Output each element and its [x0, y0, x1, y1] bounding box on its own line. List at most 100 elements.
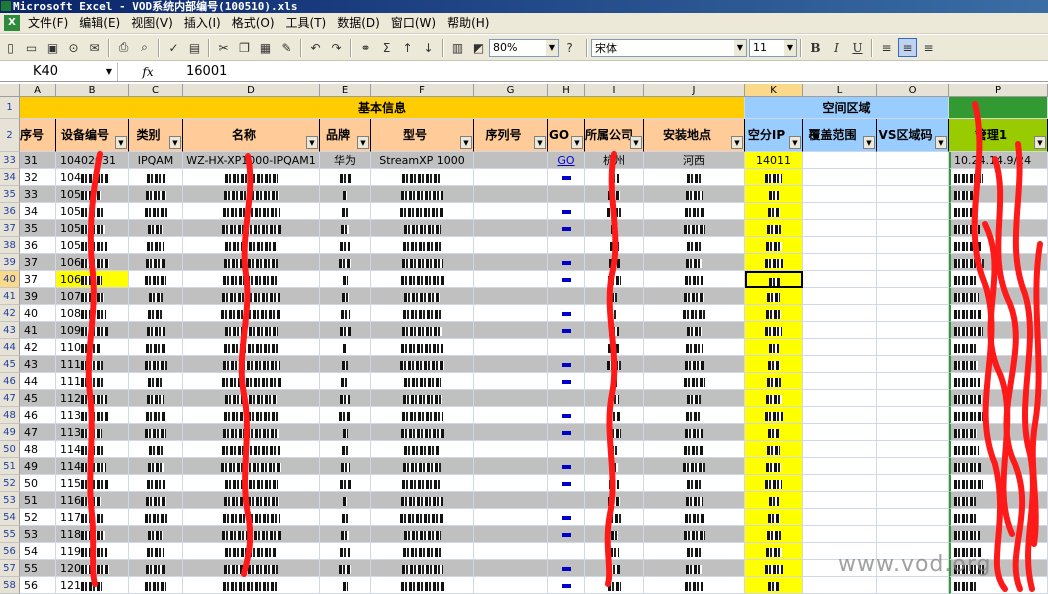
- cell[interactable]: [320, 305, 371, 322]
- cell[interactable]: 53: [20, 526, 56, 543]
- cell[interactable]: [745, 220, 803, 237]
- cell[interactable]: [129, 492, 183, 509]
- help-icon[interactable]: ?: [560, 38, 579, 57]
- print-icon[interactable]: ⎙: [114, 38, 133, 57]
- filter-dropdown-button[interactable]: ▼: [306, 136, 318, 149]
- row-header[interactable]: 51: [0, 458, 20, 475]
- cell[interactable]: 55: [20, 560, 56, 577]
- redacted-go-link[interactable]: [561, 465, 571, 469]
- cell[interactable]: [745, 356, 803, 373]
- cell[interactable]: [803, 152, 877, 169]
- cell[interactable]: [129, 271, 183, 288]
- cell[interactable]: [474, 458, 548, 475]
- cell[interactable]: [320, 254, 371, 271]
- redacted-go-link[interactable]: [561, 431, 571, 435]
- cell[interactable]: [548, 220, 585, 237]
- row-header[interactable]: 54: [0, 509, 20, 526]
- cell[interactable]: [803, 186, 877, 203]
- cell[interactable]: [949, 475, 1048, 492]
- cell[interactable]: [183, 339, 320, 356]
- cell[interactable]: [585, 373, 644, 390]
- cell[interactable]: [877, 169, 949, 186]
- redacted-go-link[interactable]: [561, 329, 571, 333]
- cell[interactable]: [371, 288, 474, 305]
- cell[interactable]: [745, 577, 803, 594]
- cell[interactable]: 105: [56, 203, 129, 220]
- cell[interactable]: 43: [20, 356, 56, 373]
- row-header[interactable]: 45: [0, 356, 20, 373]
- cell[interactable]: [877, 152, 949, 169]
- cell[interactable]: [644, 526, 745, 543]
- cell[interactable]: [320, 356, 371, 373]
- save-icon[interactable]: ▣: [43, 38, 62, 57]
- cell[interactable]: [949, 271, 1048, 288]
- cell[interactable]: [371, 458, 474, 475]
- cell[interactable]: [949, 492, 1048, 509]
- print-preview-icon[interactable]: ⌕: [135, 38, 154, 57]
- cell[interactable]: 44: [20, 373, 56, 390]
- cell[interactable]: 33: [20, 186, 56, 203]
- cell[interactable]: [745, 305, 803, 322]
- cell[interactable]: [474, 203, 548, 220]
- redacted-go-link[interactable]: [561, 261, 571, 265]
- permission-icon[interactable]: ⊙: [64, 38, 83, 57]
- cell[interactable]: 35: [20, 220, 56, 237]
- cell[interactable]: [129, 254, 183, 271]
- hyperlink-icon[interactable]: ⚭: [356, 38, 375, 57]
- cell[interactable]: 116: [56, 492, 129, 509]
- sort-descending-icon[interactable]: ↓: [419, 38, 438, 57]
- cell[interactable]: [129, 458, 183, 475]
- cell[interactable]: [320, 390, 371, 407]
- cell[interactable]: [949, 220, 1048, 237]
- cell[interactable]: [474, 475, 548, 492]
- cell[interactable]: [548, 560, 585, 577]
- row-header[interactable]: 36: [0, 203, 20, 220]
- cell[interactable]: [803, 390, 877, 407]
- column-header-f[interactable]: F: [371, 84, 474, 97]
- active-cell[interactable]: [745, 271, 803, 288]
- cell[interactable]: [129, 424, 183, 441]
- cell[interactable]: 31: [20, 152, 56, 169]
- cell[interactable]: [877, 203, 949, 220]
- cell[interactable]: [949, 373, 1048, 390]
- cell[interactable]: [320, 169, 371, 186]
- chart-wizard-icon[interactable]: ▥: [448, 38, 467, 57]
- cell[interactable]: [745, 492, 803, 509]
- spelling-icon[interactable]: ✓: [164, 38, 183, 57]
- column-header-i[interactable]: I: [585, 84, 644, 97]
- cell[interactable]: [371, 441, 474, 458]
- cell[interactable]: [371, 543, 474, 560]
- cell[interactable]: 37: [20, 254, 56, 271]
- cell[interactable]: 109: [56, 322, 129, 339]
- cell[interactable]: [803, 458, 877, 475]
- row-header[interactable]: 44: [0, 339, 20, 356]
- cell[interactable]: [371, 186, 474, 203]
- cell[interactable]: [877, 458, 949, 475]
- chevron-down-icon[interactable]: ▼: [106, 63, 112, 81]
- cell[interactable]: 114: [56, 441, 129, 458]
- cell[interactable]: [949, 509, 1048, 526]
- cell[interactable]: [949, 254, 1048, 271]
- cell[interactable]: 117: [56, 509, 129, 526]
- cell[interactable]: [877, 475, 949, 492]
- cell[interactable]: [585, 220, 644, 237]
- cell[interactable]: [877, 407, 949, 424]
- cell[interactable]: [803, 492, 877, 509]
- cell[interactable]: [474, 186, 548, 203]
- cell[interactable]: [644, 458, 745, 475]
- cell[interactable]: 50: [20, 475, 56, 492]
- cell[interactable]: [183, 186, 320, 203]
- cell[interactable]: [183, 407, 320, 424]
- cell[interactable]: 39: [20, 288, 56, 305]
- cell[interactable]: [949, 305, 1048, 322]
- cell[interactable]: [949, 356, 1048, 373]
- cell[interactable]: [183, 577, 320, 594]
- research-icon[interactable]: ▤: [185, 38, 204, 57]
- cell[interactable]: [129, 543, 183, 560]
- cell[interactable]: [548, 407, 585, 424]
- cell[interactable]: [129, 526, 183, 543]
- cell[interactable]: [320, 509, 371, 526]
- menu-item[interactable]: 数据(D): [335, 13, 389, 34]
- cell[interactable]: [745, 441, 803, 458]
- cell[interactable]: 119: [56, 543, 129, 560]
